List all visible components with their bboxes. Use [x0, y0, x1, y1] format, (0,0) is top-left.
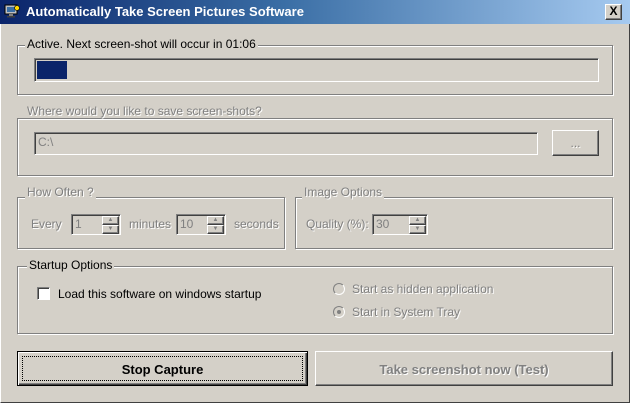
quality-stepper[interactable]: 30 ▲ ▼	[372, 214, 428, 235]
minutes-spin[interactable]: ▲ ▼	[102, 216, 119, 234]
close-button[interactable]: X	[605, 4, 622, 20]
seconds-stepper[interactable]: 10 ▲ ▼	[176, 214, 226, 235]
take-screenshot-test-label: Take screenshot now (Test)	[379, 362, 549, 377]
every-label: Every	[31, 217, 62, 231]
quality-down-arrow-icon[interactable]: ▼	[409, 225, 426, 234]
load-on-startup-label[interactable]: Load this software on windows startup	[58, 287, 261, 301]
browse-button[interactable]: ...	[552, 130, 599, 156]
start-hidden-radio[interactable]	[333, 283, 345, 295]
title-bar[interactable]: Automatically Take Screen Pictures Softw…	[0, 0, 630, 24]
close-icon: X	[609, 4, 618, 18]
save-path-value: C:\	[38, 135, 54, 149]
start-hidden-label[interactable]: Start as hidden application	[352, 282, 493, 296]
save-path-field[interactable]: C:\	[34, 132, 538, 155]
seconds-down-arrow-icon[interactable]: ▼	[207, 225, 224, 234]
stop-capture-label: Stop Capture	[121, 362, 204, 377]
progress-fill	[37, 61, 67, 79]
save-location-label: Where would you like to save screen-shot…	[25, 104, 264, 118]
seconds-label: seconds	[234, 217, 279, 231]
minutes-down-arrow-icon[interactable]: ▼	[102, 225, 119, 234]
window-title: Automatically Take Screen Pictures Softw…	[26, 4, 304, 19]
minutes-stepper[interactable]: 1 ▲ ▼	[71, 214, 121, 235]
load-on-startup-checkbox[interactable]	[37, 287, 50, 300]
quality-label: Quality (%):	[306, 217, 369, 231]
quality-up-arrow-icon[interactable]: ▲	[409, 216, 426, 225]
radio-selected-dot	[337, 310, 341, 314]
how-often-label: How Often ?	[25, 185, 96, 199]
start-tray-radio[interactable]	[333, 306, 345, 318]
minutes-label: minutes	[129, 217, 172, 231]
quality-spin[interactable]: ▲ ▼	[409, 216, 426, 234]
image-options-label: Image Options	[302, 185, 385, 199]
start-tray-label[interactable]: Start in System Tray	[352, 305, 460, 319]
startup-options-label: Startup Options	[27, 258, 115, 272]
take-screenshot-test-button[interactable]: Take screenshot now (Test)	[315, 351, 613, 386]
stop-capture-button[interactable]: Stop Capture	[17, 351, 308, 386]
browse-button-label: ...	[570, 136, 581, 150]
capture-progress-bar	[34, 58, 599, 82]
camera-monitor-icon	[4, 4, 20, 18]
status-label: Active. Next screen-shot will occur in 0…	[25, 37, 258, 51]
minutes-up-arrow-icon[interactable]: ▲	[102, 216, 119, 225]
seconds-up-arrow-icon[interactable]: ▲	[207, 216, 224, 225]
seconds-spin[interactable]: ▲ ▼	[207, 216, 224, 234]
